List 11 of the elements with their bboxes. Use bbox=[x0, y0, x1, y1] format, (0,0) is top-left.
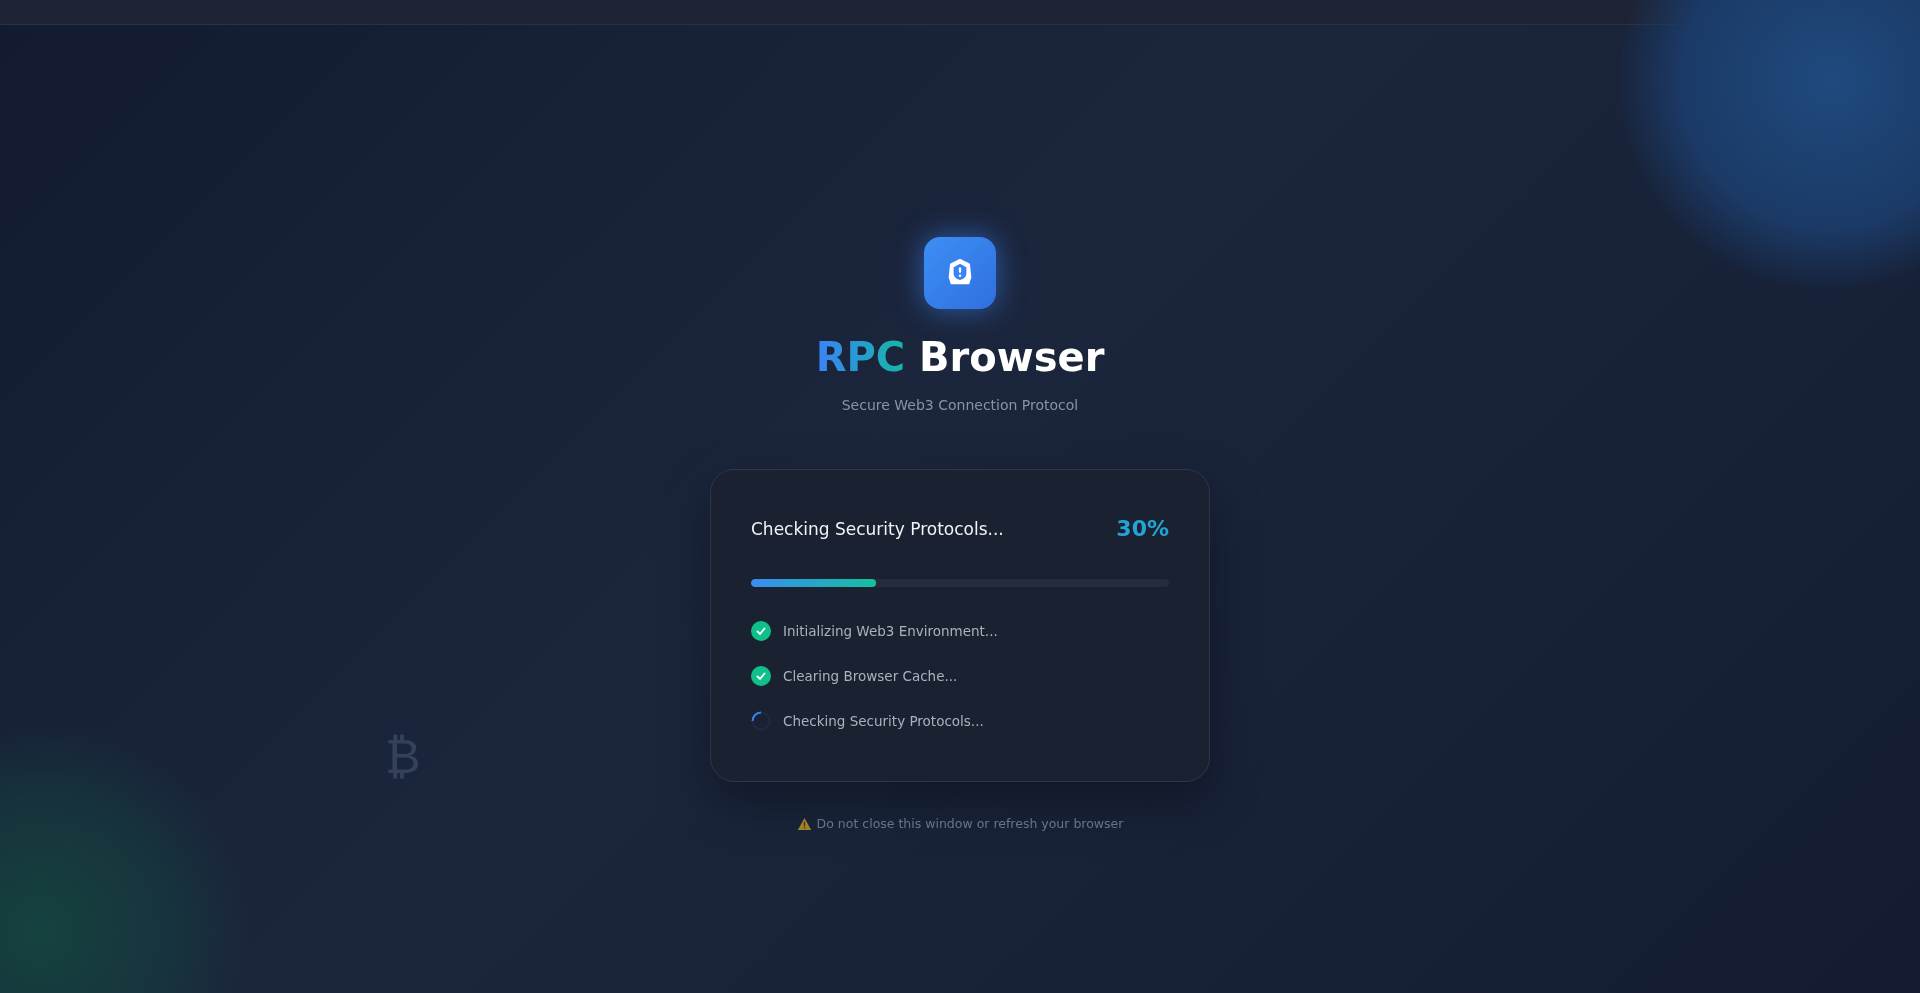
step-label: Clearing Browser Cache... bbox=[783, 668, 958, 684]
step-label: Checking Security Protocols... bbox=[783, 713, 984, 729]
brand-name: Browser bbox=[919, 334, 1105, 380]
progress-percent: 30% bbox=[1116, 516, 1169, 541]
bitcoin-symbol: ₿ bbox=[385, 728, 421, 784]
shield-logo-icon bbox=[924, 237, 996, 309]
warning-icon bbox=[796, 816, 812, 831]
warning-text: Do not close this window or refresh your browser bbox=[816, 816, 1124, 831]
step-label: Initializing Web3 Environment... bbox=[783, 623, 998, 639]
subtitle: Secure Web3 Connection Protocol bbox=[841, 397, 1079, 413]
progress-title: Checking Security Protocols... bbox=[751, 518, 1004, 539]
